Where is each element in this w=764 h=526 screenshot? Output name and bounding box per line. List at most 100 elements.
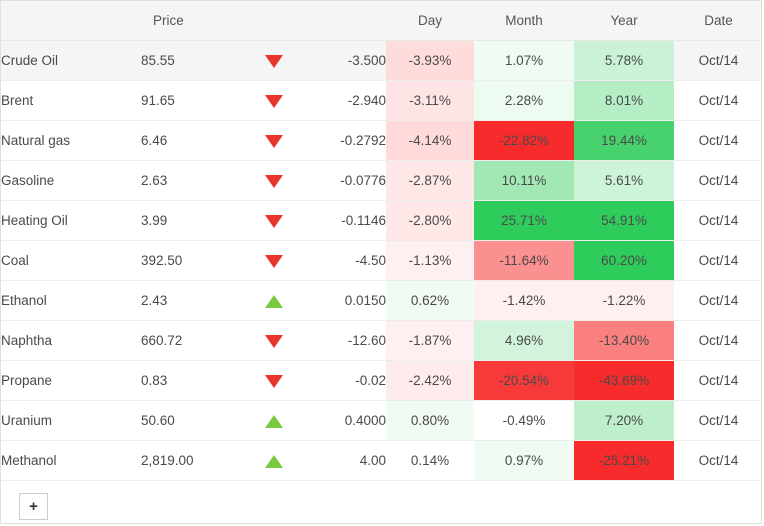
commodity-day-percent: -2.80%: [386, 200, 474, 241]
commodity-day-percent: -3.11%: [386, 80, 474, 121]
table-row[interactable]: Methanol 2,819.00 4.00 0.14% 0.97% -25.21% Oct…: [1, 440, 761, 481]
commodity-year-percent: -1.22%: [574, 280, 674, 321]
commodity-day-percent: -2.87%: [386, 160, 474, 201]
column-header-year[interactable]: Year: [574, 1, 674, 41]
table-header: Price Day Month Year Date: [1, 1, 761, 41]
commodity-name[interactable]: Propane: [1, 360, 141, 401]
commodity-month-percent: 2.28%: [474, 80, 574, 121]
commodity-date: Oct/14: [674, 280, 761, 321]
commodity-change: -2.940: [301, 80, 386, 121]
commodity-name[interactable]: Coal: [1, 240, 141, 281]
commodity-day-percent: -1.87%: [386, 320, 474, 361]
table-body: Crude Oil 85.55 -3.500 -3.93% 1.07% 5.78% Oct/…: [1, 40, 761, 481]
commodity-year-percent: 54.91%: [574, 200, 674, 241]
commodity-price: 6.46: [141, 120, 246, 161]
column-header-date[interactable]: Date: [674, 1, 761, 41]
add-row-button[interactable]: +: [19, 493, 48, 520]
table-row[interactable]: Naphtha 660.72 -12.60 -1.87% 4.96% -13.40% Oct…: [1, 320, 761, 361]
commodity-change: 0.4000: [301, 400, 386, 441]
triangle-down-icon: [264, 334, 283, 348]
commodity-change: 4.00: [301, 440, 386, 481]
table-row[interactable]: Uranium 50.60 0.4000 0.80% -0.49% 7.20% Oct/14: [1, 400, 761, 441]
commodity-date: Oct/14: [674, 360, 761, 401]
commodity-year-percent: 7.20%: [574, 400, 674, 441]
commodity-name[interactable]: Ethanol: [1, 280, 141, 321]
commodity-change: -0.1146: [301, 200, 386, 241]
arrow-up-icon: [246, 400, 301, 441]
commodity-name[interactable]: Crude Oil: [1, 40, 141, 81]
commodity-price: 2.63: [141, 160, 246, 201]
table-row[interactable]: Natural gas 6.46 -0.2792 -4.14% -22.82% 19.44…: [1, 120, 761, 161]
commodity-name[interactable]: Brent: [1, 80, 141, 121]
commodity-change: -0.0776: [301, 160, 386, 201]
commodity-month-percent: 1.07%: [474, 40, 574, 81]
triangle-down-icon: [264, 134, 283, 148]
table-row[interactable]: Gasoline 2.63 -0.0776 -2.87% 10.11% 5.61% Oct/…: [1, 160, 761, 201]
commodity-price: 50.60: [141, 400, 246, 441]
column-header-price[interactable]: Price: [141, 1, 246, 41]
triangle-down-icon: [264, 94, 283, 108]
commodity-price: 0.83: [141, 360, 246, 401]
commodity-month-percent: -11.64%: [474, 240, 574, 281]
commodity-name[interactable]: Methanol: [1, 440, 141, 481]
commodity-day-percent: 0.62%: [386, 280, 474, 321]
commodity-name[interactable]: Uranium: [1, 400, 141, 441]
commodity-price: 660.72: [141, 320, 246, 361]
commodity-name[interactable]: Naphtha: [1, 320, 141, 361]
commodity-change: -0.02: [301, 360, 386, 401]
commodity-date: Oct/14: [674, 240, 761, 281]
commodity-month-percent: 25.71%: [474, 200, 574, 241]
commodity-date: Oct/14: [674, 120, 761, 161]
column-header-name[interactable]: [1, 1, 141, 41]
commodity-year-percent: 60.20%: [574, 240, 674, 281]
column-header-arrow[interactable]: [246, 1, 301, 41]
table-row[interactable]: Ethanol 2.43 0.0150 0.62% -1.42% -1.22% Oct/14: [1, 280, 761, 321]
column-header-change[interactable]: [301, 1, 386, 41]
commodity-month-percent: 0.97%: [474, 440, 574, 481]
commodity-year-percent: 8.01%: [574, 80, 674, 121]
commodity-date: Oct/14: [674, 200, 761, 241]
arrow-down-icon: [246, 200, 301, 241]
commodity-name[interactable]: Heating Oil: [1, 200, 141, 241]
arrow-down-icon: [246, 160, 301, 201]
column-header-day[interactable]: Day: [386, 1, 474, 41]
commodity-day-percent: 0.14%: [386, 440, 474, 481]
commodity-month-percent: 4.96%: [474, 320, 574, 361]
commodity-change: -0.2792: [301, 120, 386, 161]
arrow-down-icon: [246, 360, 301, 401]
table-row[interactable]: Coal 392.50 -4.50 -1.13% -11.64% 60.20% Oct/14: [1, 240, 761, 281]
commodity-price: 85.55: [141, 40, 246, 81]
footer-toolbar: +: [1, 481, 761, 520]
commodity-month-percent: -20.54%: [474, 360, 574, 401]
commodity-month-percent: -0.49%: [474, 400, 574, 441]
commodity-name[interactable]: Gasoline: [1, 160, 141, 201]
triangle-up-icon: [264, 294, 283, 308]
commodity-month-percent: 10.11%: [474, 160, 574, 201]
commodities-panel: Price Day Month Year Date Crude Oil 85.55…: [0, 0, 762, 524]
arrow-up-icon: [246, 280, 301, 321]
commodity-date: Oct/14: [674, 80, 761, 121]
commodity-name[interactable]: Natural gas: [1, 120, 141, 161]
commodity-year-percent: -25.21%: [574, 440, 674, 481]
commodity-day-percent: -2.42%: [386, 360, 474, 401]
commodity-price: 91.65: [141, 80, 246, 121]
commodity-date: Oct/14: [674, 40, 761, 81]
triangle-down-icon: [264, 254, 283, 268]
table-row[interactable]: Crude Oil 85.55 -3.500 -3.93% 1.07% 5.78% Oct/…: [1, 40, 761, 81]
commodity-day-percent: -3.93%: [386, 40, 474, 81]
commodity-year-percent: -13.40%: [574, 320, 674, 361]
commodity-change: -3.500: [301, 40, 386, 81]
table-row[interactable]: Heating Oil 3.99 -0.1146 -2.80% 25.71% 54.91%…: [1, 200, 761, 241]
arrow-down-icon: [246, 320, 301, 361]
triangle-down-icon: [264, 54, 283, 68]
column-header-month[interactable]: Month: [474, 1, 574, 41]
commodity-price: 2,819.00: [141, 440, 246, 481]
commodity-month-percent: -22.82%: [474, 120, 574, 161]
table-row[interactable]: Brent 91.65 -2.940 -3.11% 2.28% 8.01% Oct/14: [1, 80, 761, 121]
arrow-down-icon: [246, 120, 301, 161]
table-row[interactable]: Propane 0.83 -0.02 -2.42% -20.54% -43.69% Oct/…: [1, 360, 761, 401]
commodities-table: Price Day Month Year Date Crude Oil 85.55…: [1, 1, 761, 481]
commodity-price: 2.43: [141, 280, 246, 321]
commodity-month-percent: -1.42%: [474, 280, 574, 321]
commodity-day-percent: -1.13%: [386, 240, 474, 281]
